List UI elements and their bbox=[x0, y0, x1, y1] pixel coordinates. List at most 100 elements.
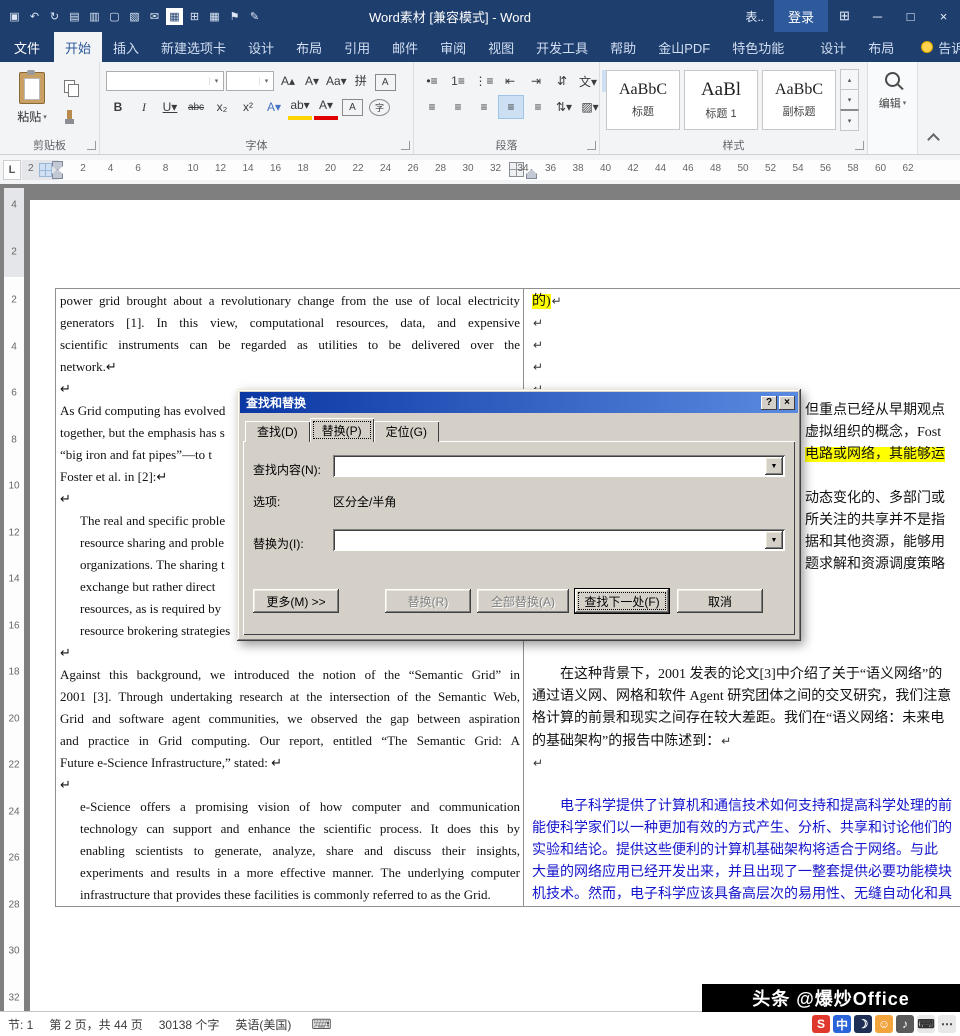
dialog-help-button[interactable]: ? bbox=[761, 396, 777, 410]
tab-特色功能[interactable]: 特色功能 bbox=[721, 32, 795, 62]
subscript-icon[interactable]: x₂ bbox=[210, 96, 234, 118]
replace-button[interactable]: 替换(R) bbox=[385, 589, 471, 613]
bold-icon[interactable]: B bbox=[106, 96, 130, 118]
tab-开发工具[interactable]: 开发工具 bbox=[525, 32, 599, 62]
save-icon[interactable]: ▣ bbox=[6, 8, 23, 25]
sogou-input-icon[interactable]: S bbox=[812, 1015, 830, 1033]
style-标题[interactable]: AaBbC标题 bbox=[606, 70, 680, 130]
strikethrough-icon[interactable]: abc bbox=[184, 96, 208, 118]
gallery-down-button[interactable]: ▾ bbox=[840, 89, 859, 110]
tab-金山PDF[interactable]: 金山PDF bbox=[647, 32, 721, 62]
tab-selector[interactable]: L bbox=[3, 160, 21, 180]
collapse-ribbon-button[interactable] bbox=[927, 133, 940, 146]
status-item[interactable]: 英语(美国) bbox=[235, 1016, 291, 1033]
redo-icon[interactable]: ↻ bbox=[46, 8, 63, 25]
email-icon[interactable]: ✉ bbox=[146, 8, 163, 25]
grow-font-icon[interactable]: A▴ bbox=[276, 70, 300, 92]
tell-me-button[interactable]: 告诉我 bbox=[921, 32, 960, 62]
soft-keyboard-icon[interactable]: ⌨ bbox=[917, 1015, 935, 1033]
character-border-icon[interactable]: A bbox=[375, 74, 396, 91]
format-painter-button[interactable] bbox=[58, 104, 80, 124]
maximize-button[interactable]: □ bbox=[894, 0, 927, 32]
emoticon-icon[interactable]: ☺ bbox=[875, 1015, 893, 1033]
change-case-icon[interactable]: Aa▾ bbox=[324, 70, 349, 92]
styles-dialog-launcher[interactable] bbox=[855, 141, 864, 150]
login-button[interactable]: 登录 bbox=[774, 0, 828, 32]
dialog-tab-替换(P)[interactable]: 替换(P) bbox=[310, 418, 374, 442]
dialog-tab-定位(G)[interactable]: 定位(G) bbox=[374, 421, 439, 442]
text-effects-icon[interactable]: A▾ bbox=[262, 96, 286, 118]
align-center-icon[interactable]: ≡ bbox=[446, 96, 470, 118]
table-select-icon[interactable] bbox=[39, 163, 52, 177]
print-icon[interactable]: ▤ bbox=[66, 8, 83, 25]
superscript-icon[interactable]: x² bbox=[236, 96, 260, 118]
vertical-ruler[interactable]: 422468101214161820222426283032 bbox=[4, 188, 24, 1012]
font-name-combo[interactable]: ▾ bbox=[106, 71, 224, 91]
highlight-color-icon[interactable]: ab▾ bbox=[288, 94, 312, 120]
font-size-combo[interactable]: ▾ bbox=[226, 71, 274, 91]
tab-帮助[interactable]: 帮助 bbox=[599, 32, 647, 62]
multilevel-list-icon[interactable]: ⋮≡ bbox=[472, 70, 496, 92]
tab-邮件[interactable]: 邮件 bbox=[381, 32, 429, 62]
distribute-icon[interactable]: ≡ bbox=[526, 96, 550, 118]
paragraph-dialog-launcher[interactable] bbox=[587, 141, 596, 150]
align-left-icon[interactable]: ≡ bbox=[420, 96, 444, 118]
dialog-titlebar[interactable]: 查找和替换 ? × bbox=[240, 392, 798, 413]
sort-icon[interactable]: ⇵ bbox=[550, 70, 574, 92]
new-document-icon[interactable]: ▢ bbox=[106, 8, 123, 25]
justify-icon[interactable]: ≡ bbox=[498, 95, 524, 119]
tab-布局[interactable]: 布局 bbox=[285, 32, 333, 62]
tab-设计[interactable]: 设计 bbox=[237, 32, 285, 62]
clipboard-dialog-launcher[interactable] bbox=[87, 141, 96, 150]
find-what-input[interactable]: ▼ bbox=[333, 455, 785, 477]
view-pages-icon[interactable]: ▦ bbox=[166, 8, 183, 25]
paste-button[interactable]: 粘贴▾ bbox=[6, 68, 58, 138]
shrink-font-icon[interactable]: A▾ bbox=[300, 70, 324, 92]
line-spacing-icon[interactable]: ⇅▾ bbox=[552, 96, 576, 118]
half-width-icon[interactable]: ☽ bbox=[854, 1015, 872, 1033]
gallery-up-button[interactable]: ▴ bbox=[840, 69, 859, 90]
voice-input-icon[interactable]: ♪ bbox=[896, 1015, 914, 1033]
increase-indent-icon[interactable]: ⇥ bbox=[524, 70, 548, 92]
dialog-tab-查找(D)[interactable]: 查找(D) bbox=[245, 421, 310, 442]
font-color-icon[interactable]: A▾ bbox=[314, 94, 338, 120]
replace-with-input[interactable]: ▼ bbox=[333, 529, 785, 551]
open-folder-icon[interactable]: ▧ bbox=[126, 8, 143, 25]
underline-icon[interactable]: U▾ bbox=[158, 96, 182, 118]
italic-icon[interactable]: I bbox=[132, 96, 156, 118]
chinese-mode-icon[interactable]: 中 bbox=[833, 1015, 851, 1033]
context-tab-布局[interactable]: 布局 bbox=[857, 32, 905, 62]
bullets-icon[interactable]: •≡ bbox=[420, 70, 444, 92]
status-item[interactable]: 30138 个字 bbox=[159, 1016, 220, 1033]
asian-layout-icon[interactable]: 文▾ bbox=[576, 70, 600, 92]
shading-icon[interactable]: ▨▾ bbox=[578, 96, 602, 118]
chevron-down-icon[interactable]: ▼ bbox=[765, 457, 783, 475]
align-right-icon[interactable]: ≡ bbox=[472, 96, 496, 118]
tab-引用[interactable]: 引用 bbox=[333, 32, 381, 62]
close-button[interactable]: × bbox=[927, 0, 960, 32]
tab-新建选项卡[interactable]: 新建选项卡 bbox=[150, 32, 237, 62]
replace-all-button[interactable]: 全部替换(A) bbox=[477, 589, 569, 613]
ribbon-display-options-button[interactable]: ⊞ bbox=[828, 0, 861, 32]
cancel-button[interactable]: 取消 bbox=[677, 589, 763, 613]
undo-icon[interactable]: ↶ bbox=[26, 8, 43, 25]
chevron-down-icon[interactable]: ▼ bbox=[765, 531, 783, 549]
minimize-button[interactable]: ─ bbox=[861, 0, 894, 32]
font-dialog-launcher[interactable] bbox=[401, 141, 410, 150]
tab-开始[interactable]: 开始 bbox=[54, 32, 102, 62]
status-item[interactable]: 节: 1 bbox=[8, 1016, 33, 1033]
gallery-more-button[interactable]: ▾ bbox=[840, 109, 859, 131]
tab-插入[interactable]: 插入 bbox=[102, 32, 150, 62]
enclose-character-icon[interactable]: 字 bbox=[369, 99, 390, 116]
print-preview-icon[interactable]: ▥ bbox=[86, 8, 103, 25]
tab-视图[interactable]: 视图 bbox=[477, 32, 525, 62]
style-副标题[interactable]: AaBbC副标题 bbox=[762, 70, 836, 130]
status-item[interactable]: 第 2 页，共 44 页 bbox=[49, 1016, 142, 1033]
context-tab-设计[interactable]: 设计 bbox=[809, 32, 857, 62]
numbering-icon[interactable]: 1≡ bbox=[446, 70, 470, 92]
tab-审阅[interactable]: 审阅 bbox=[429, 32, 477, 62]
toolbox-icon[interactable]: ⋯ bbox=[938, 1015, 956, 1033]
find-replace-dialog[interactable]: 查找和替换 ? × 查找(D)替换(P)定位(G) 查找内容(N): ▼ 选项:… bbox=[237, 389, 801, 641]
find-next-button[interactable]: 查找下一处(F) bbox=[575, 589, 669, 613]
editing-group[interactable]: 编辑▾ bbox=[868, 62, 918, 154]
